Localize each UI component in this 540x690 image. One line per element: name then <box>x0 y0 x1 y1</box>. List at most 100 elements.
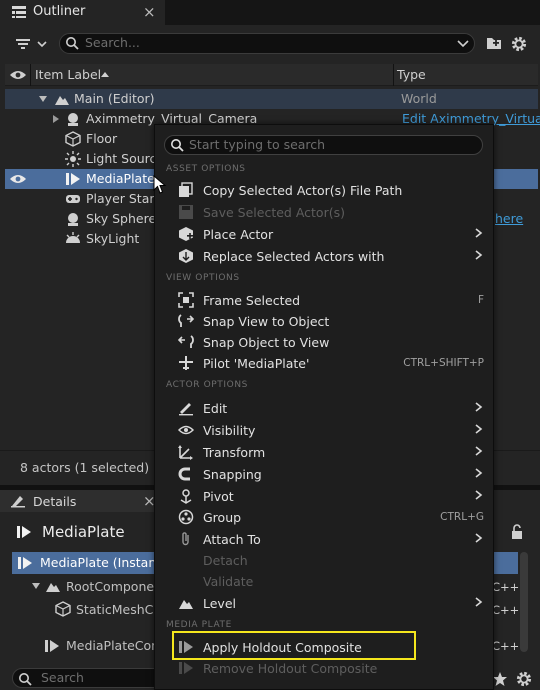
submenu-arrow-icon <box>474 468 484 478</box>
frame-icon <box>178 292 194 308</box>
mouse-cursor-icon <box>153 175 167 195</box>
outliner-row-main[interactable]: Main (Editor) World <box>5 89 538 109</box>
row-type: World <box>401 91 437 106</box>
expand-chevron-icon[interactable] <box>52 114 60 124</box>
outliner-tab-close-button[interactable]: × <box>143 3 156 21</box>
menu-item-snapping[interactable]: Snapping <box>203 467 262 482</box>
outliner-icon <box>11 5 27 19</box>
highlight-box <box>172 631 416 660</box>
search-icon <box>170 138 184 152</box>
submenu-arrow-icon <box>474 228 484 238</box>
cpp-link[interactable]: C++ <box>492 603 519 617</box>
static-mesh-icon <box>65 131 81 147</box>
details-scrollbar[interactable] <box>520 552 528 652</box>
column-divider <box>30 64 31 86</box>
submenu-arrow-icon <box>474 250 484 260</box>
submenu-arrow-icon <box>474 446 484 456</box>
media-plate-icon <box>178 660 194 676</box>
submenu-arrow-icon <box>474 424 484 434</box>
component-label: MediaPlate (Instanc <box>40 555 164 570</box>
actor-icon <box>65 111 81 127</box>
pilot-icon <box>178 355 194 371</box>
section-header-actor-options: ACTOR OPTIONS <box>166 380 248 390</box>
attach-icon <box>178 531 194 547</box>
eye-icon[interactable] <box>9 173 27 185</box>
gear-icon[interactable] <box>510 35 528 53</box>
component-label: StaticMeshCo <box>76 602 162 617</box>
outliner-tab-title: Outliner <box>33 4 86 19</box>
menu-item-pilot[interactable]: Pilot 'MediaPlate' <box>203 356 309 371</box>
menu-item-detach: Detach <box>203 553 248 568</box>
menu-item-copy-file-path[interactable]: Copy Selected Actor(s) File Path <box>203 183 402 198</box>
filter-dropdown-button[interactable] <box>14 36 50 52</box>
menu-item-remove-holdout-composite: Remove Holdout Composite <box>203 661 378 676</box>
menu-item-validate: Validate <box>203 574 254 589</box>
replace-actor-icon <box>178 248 194 264</box>
star-icon[interactable] <box>492 671 508 687</box>
media-plate-icon <box>16 524 32 540</box>
search-icon <box>18 672 32 686</box>
lock-icon[interactable] <box>510 524 524 540</box>
actor-icon <box>65 211 81 227</box>
column-header-item-label[interactable]: Item Label <box>35 67 101 82</box>
details-tab-title: Details <box>33 494 77 509</box>
outliner-status-text: 8 actors (1 selected) <box>20 460 150 475</box>
add-folder-icon[interactable] <box>486 35 502 51</box>
menu-item-snap-object-to-view[interactable]: Snap Object to View <box>203 335 329 350</box>
row-label: Main (Editor) <box>74 91 155 106</box>
shortcut-label: F <box>477 294 484 306</box>
transform-icon <box>178 444 194 460</box>
menu-item-save-actors: Save Selected Actor(s) <box>203 205 345 220</box>
submenu-arrow-icon <box>474 490 484 500</box>
menu-item-level[interactable]: Level <box>203 596 236 611</box>
menu-item-replace-actors[interactable]: Replace Selected Actors with <box>203 249 384 264</box>
shortcut-label: CTRL+G <box>440 511 484 523</box>
column-divider <box>393 64 394 86</box>
menu-item-transform[interactable]: Transform <box>203 445 265 460</box>
eye-icon[interactable] <box>9 69 27 81</box>
place-actor-icon <box>178 226 194 242</box>
component-label: MediaPlateCom <box>66 638 164 653</box>
media-plate-icon <box>17 555 33 571</box>
row-label: SkyLight <box>86 231 140 246</box>
row-label: MediaPlate <box>86 171 155 186</box>
context-search-placeholder: Start typing to search <box>189 137 326 152</box>
media-plate-icon <box>65 171 81 187</box>
details-icon <box>10 494 26 508</box>
expand-chevron-icon[interactable] <box>31 581 41 591</box>
row-label: Sky Sphere <box>86 211 157 226</box>
menu-item-edit[interactable]: Edit <box>203 401 227 416</box>
eye-icon <box>178 422 194 438</box>
group-icon <box>178 509 194 525</box>
component-label: RootComponen <box>66 579 162 594</box>
menu-item-frame-selected[interactable]: Frame Selected <box>203 293 300 308</box>
menu-item-pivot[interactable]: Pivot <box>203 489 234 504</box>
media-plate-icon <box>44 638 60 654</box>
menu-item-place-actor[interactable]: Place Actor <box>203 227 273 242</box>
snap-view-icon <box>178 313 194 329</box>
gear-icon[interactable] <box>515 670 533 688</box>
world-icon <box>54 92 70 106</box>
details-search-placeholder: Search <box>41 670 84 685</box>
sort-ascending-icon <box>100 69 110 79</box>
menu-item-visibility[interactable]: Visibility <box>203 423 255 438</box>
menu-item-attach-to[interactable]: Attach To <box>203 532 261 547</box>
row-label: Player Start <box>86 191 160 206</box>
chevron-down-icon[interactable] <box>456 38 470 50</box>
row-type-link[interactable]: here <box>495 211 523 226</box>
column-header-type[interactable]: Type <box>397 67 426 82</box>
row-label: Floor <box>86 131 118 146</box>
cpp-link[interactable]: C++ <box>492 580 519 594</box>
outliner-search-placeholder: Search... <box>85 35 140 50</box>
magnet-icon <box>178 466 194 482</box>
menu-item-snap-view-to-object[interactable]: Snap View to Object <box>203 314 329 329</box>
sun-icon <box>65 151 81 167</box>
details-object-name: MediaPlate <box>42 523 125 541</box>
cpp-link[interactable]: C++ <box>492 639 519 653</box>
expand-chevron-icon[interactable] <box>38 95 48 103</box>
menu-item-group[interactable]: Group <box>203 510 241 525</box>
section-header-asset-options: ASSET OPTIONS <box>166 164 246 174</box>
snap-object-icon <box>178 334 194 350</box>
search-icon <box>65 36 79 50</box>
shortcut-label: CTRL+SHIFT+P <box>403 357 484 369</box>
